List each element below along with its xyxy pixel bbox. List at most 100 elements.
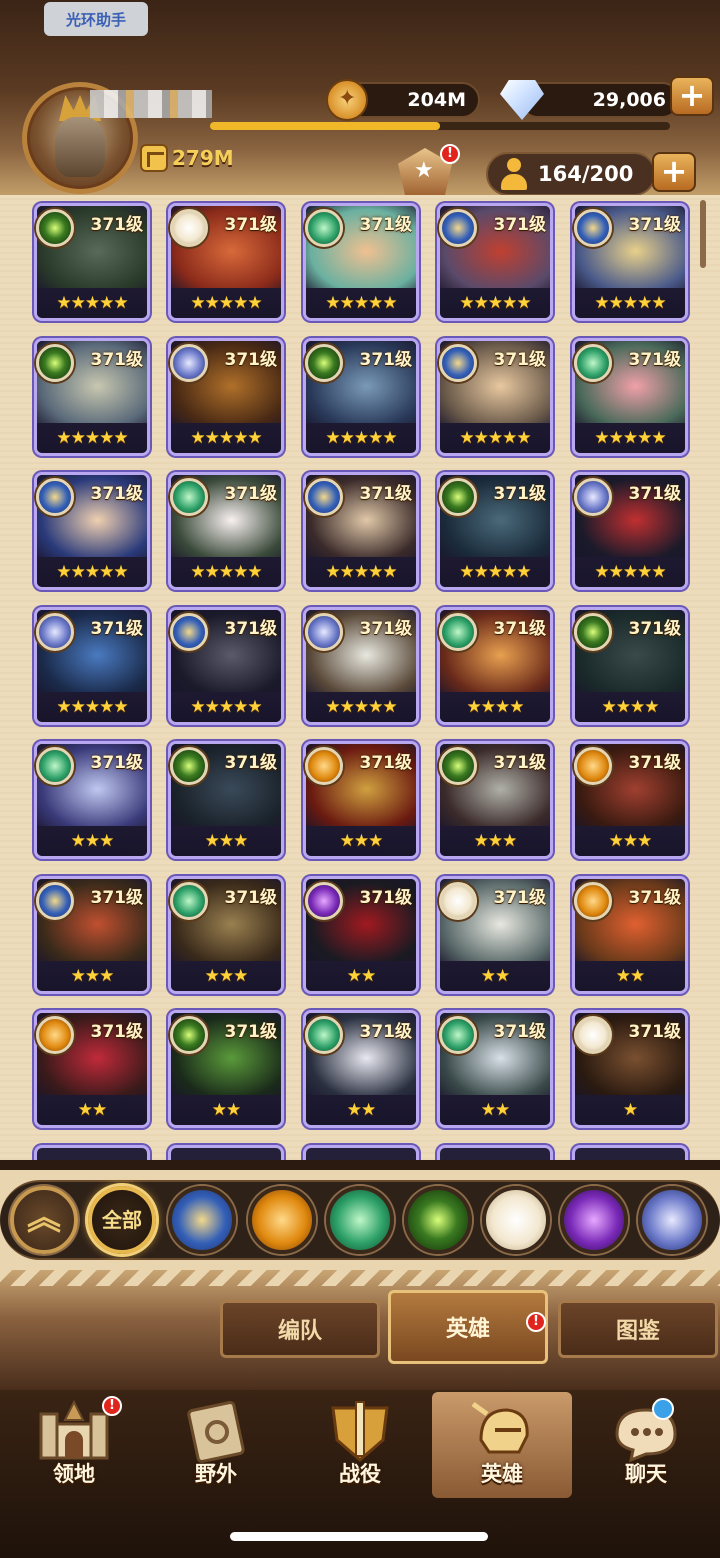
filter-celestial-button[interactable] — [482, 1186, 550, 1254]
nav-territory[interactable]: 领地 — [4, 1392, 144, 1498]
hero-level: 371级 — [359, 1022, 413, 1042]
mauler-faction-icon — [574, 881, 612, 920]
lightbearer-faction-icon — [305, 478, 343, 516]
home-indicator[interactable] — [230, 1532, 488, 1541]
wilder-faction-icon — [439, 612, 477, 651]
nav-wilds[interactable]: 野外 — [146, 1392, 286, 1498]
hero-stars: ★★★★★ — [306, 691, 416, 722]
lightbearer-faction-icon — [36, 478, 74, 516]
tab-formation[interactable]: 编队 — [220, 1300, 380, 1358]
power-display: 279M — [140, 142, 234, 174]
hero-stars: ★★★ — [171, 826, 281, 856]
hero-level: 371级 — [628, 753, 682, 773]
mauler-faction-icon — [305, 747, 343, 785]
wilder-faction-icon — [574, 343, 612, 382]
hero-stars: ★★★ — [440, 826, 550, 856]
hero-grid[interactable]: 371级 ★★★★★ 371级 ★★★★★ 371级 ★★★★★ 371级 ★★★★★ 371级… — [0, 195, 720, 1160]
hypogean-faction-icon — [305, 881, 343, 920]
hero-stars: ★★ — [37, 1095, 147, 1125]
filter-dimensional-button[interactable] — [638, 1186, 706, 1254]
hero-level: 371级 — [493, 349, 547, 370]
hero-level: 371级 — [90, 753, 144, 773]
hero-card-partial[interactable] — [572, 1144, 688, 1160]
heroes-tab-notification-dot: ! — [526, 1312, 546, 1332]
scrollbar[interactable] — [700, 200, 706, 268]
hero-level: 371级 — [359, 887, 413, 908]
tab-heroes[interactable]: 英雄 — [388, 1290, 548, 1364]
graveborn-faction-icon — [305, 343, 343, 382]
wilder-faction-icon — [439, 1016, 477, 1054]
add-diamonds-button[interactable]: + — [670, 76, 714, 116]
lightbearer-faction-icon — [170, 612, 208, 651]
hero-stars: ★★★ — [306, 826, 416, 856]
graveborn-faction-icon — [170, 1016, 208, 1054]
hero-stars: ★★★★★ — [306, 422, 416, 453]
hero-card-partial[interactable] — [168, 1144, 284, 1160]
filter-all-button[interactable]: 全部 — [88, 1186, 156, 1254]
nav-wilds-label: 野外 — [195, 1462, 237, 1486]
gold-value: 204M — [407, 89, 466, 111]
hero-stars: ★★★★★ — [306, 288, 416, 318]
mauler-faction-icon — [36, 1016, 74, 1054]
wilder-faction-icon — [170, 881, 208, 920]
hero-stars: ★★★★ — [440, 691, 550, 722]
nav-campaign[interactable]: 战役 — [290, 1392, 430, 1498]
nav-heroes[interactable]: 英雄 — [432, 1392, 572, 1498]
lightbearer-faction-icon — [574, 209, 612, 247]
hero-card-partial[interactable] — [303, 1144, 419, 1160]
hero-level: 371级 — [90, 215, 144, 235]
fist-icon — [140, 144, 168, 172]
overlay-app-label[interactable]: 光环助手 — [44, 2, 148, 36]
scroll-map-icon — [187, 1401, 245, 1463]
nav-campaign-label: 战役 — [339, 1462, 381, 1486]
hero-level: 371级 — [628, 1022, 682, 1042]
graveborn-faction-icon — [170, 747, 208, 785]
hero-level: 371级 — [359, 753, 413, 773]
hero-capacity-value: 164/200 — [538, 162, 634, 186]
filter-graveborn-button[interactable] — [404, 1186, 472, 1254]
hero-level: 371级 — [628, 618, 682, 639]
hero-level: 371级 — [628, 887, 682, 908]
lightbearer-faction-icon — [439, 343, 477, 382]
filter-wilder-button[interactable] — [326, 1186, 394, 1254]
dimensional-faction-icon — [305, 612, 343, 651]
notification-dot: ! — [440, 144, 460, 164]
add-hero-slots-button[interactable]: + — [652, 152, 696, 192]
filter-hypogean-button[interactable] — [560, 1186, 628, 1254]
player-name-blurred — [90, 90, 212, 118]
hero-stars: ★★★★★ — [171, 557, 281, 587]
collapse-filter-button[interactable]: ︽ — [10, 1186, 78, 1254]
wilder-faction-icon — [305, 1016, 343, 1054]
hero-card-partial[interactable] — [34, 1144, 150, 1160]
hero-level: 371级 — [628, 484, 682, 504]
hero-stars: ★★★★★ — [37, 691, 147, 722]
avatar-portrait — [55, 117, 105, 177]
hero-level: 371级 — [224, 484, 278, 504]
filter-lightbearer-button[interactable] — [168, 1186, 236, 1254]
tab-codex[interactable]: 图鉴 — [558, 1300, 718, 1358]
hero-level: 371级 — [359, 349, 413, 370]
hero-level: 371级 — [359, 618, 413, 639]
helmet-icon — [471, 1401, 529, 1454]
territory-notification-dot: ! — [102, 1396, 122, 1416]
hero-level: 371级 — [493, 1022, 547, 1042]
hero-stars: ★★ — [440, 960, 550, 991]
nav-chat[interactable]: 聊天 — [576, 1392, 716, 1498]
wilder-faction-icon — [305, 209, 343, 247]
hero-stars: ★★★★★ — [575, 288, 685, 318]
graveborn-faction-icon — [439, 747, 477, 785]
hero-stars: ★★★★ — [575, 691, 685, 722]
hero-level: 371级 — [628, 215, 682, 235]
hero-card-partial[interactable] — [437, 1144, 553, 1160]
wilder-faction-icon — [36, 747, 74, 785]
nav-heroes-label: 英雄 — [481, 1462, 523, 1486]
chat-new-dot — [652, 1398, 674, 1420]
filter-mauler-button[interactable] — [248, 1186, 316, 1254]
hero-stars: ★★★★★ — [171, 422, 281, 453]
hero-stars: ★ — [575, 1095, 685, 1125]
hero-level: 371级 — [359, 215, 413, 235]
graveborn-faction-icon — [36, 343, 74, 382]
hero-level: 371级 — [493, 484, 547, 504]
hero-stars: ★★★ — [575, 826, 685, 856]
mauler-faction-icon — [574, 747, 612, 785]
